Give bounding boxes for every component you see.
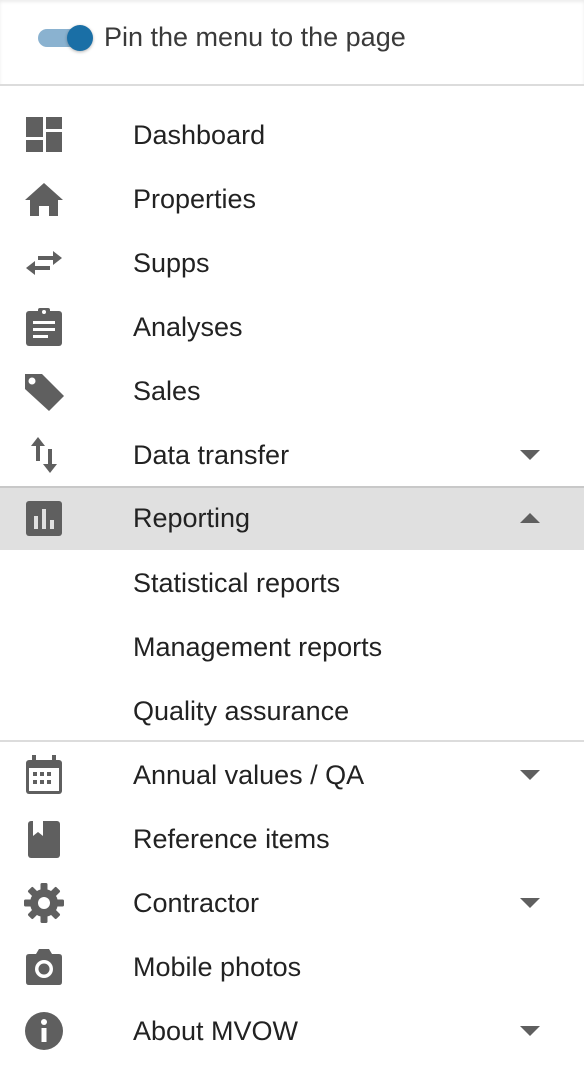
chevron-down-icon[interactable]	[518, 1025, 542, 1037]
toggle-knob	[67, 25, 93, 51]
menu-item-label: Supps	[133, 248, 210, 278]
chevron-down-icon[interactable]	[518, 769, 542, 781]
swap-horizontal-icon	[22, 243, 66, 283]
menu-item-label: Properties	[133, 184, 257, 214]
clipboard-icon	[22, 307, 66, 347]
menu-item-label: Contractor	[133, 888, 260, 918]
submenu-divider	[0, 740, 584, 742]
menu-item-label: Dashboard	[133, 120, 266, 150]
menu-header: Pin the menu to the page	[0, 0, 584, 85]
menu-item-annual-values-qa[interactable]: Annual values / QA	[0, 743, 584, 807]
menu-item-label: Annual values / QA	[133, 760, 365, 790]
submenu-item-label: Management reports	[133, 632, 383, 662]
camera-icon	[22, 947, 66, 987]
menu-item-label: About MVOW	[133, 1016, 299, 1046]
menu-item-label: Mobile photos	[133, 952, 302, 982]
dashboard-icon	[22, 115, 66, 155]
menu-item-label: Data transfer	[133, 440, 290, 470]
menu-item-data-transfer[interactable]: Data transfer	[0, 423, 584, 487]
info-icon	[22, 1011, 66, 1051]
tag-icon	[22, 371, 66, 411]
menu-item-analyses[interactable]: Analyses	[0, 295, 584, 359]
chevron-down-icon[interactable]	[518, 897, 542, 909]
menu-item-supps[interactable]: Supps	[0, 231, 584, 295]
menu-item-mobile-photos[interactable]: Mobile photos	[0, 935, 584, 999]
submenu-item-quality-assurance[interactable]: Quality assurance	[0, 679, 584, 743]
menu-item-label: Reporting	[133, 503, 251, 533]
menu-item-sales[interactable]: Sales	[0, 359, 584, 423]
menu-item-contractor[interactable]: Contractor	[0, 871, 584, 935]
menu-item-dashboard[interactable]: Dashboard	[0, 103, 584, 167]
header-divider	[0, 84, 584, 86]
pin-menu-toggle[interactable]	[38, 25, 93, 51]
calendar-icon	[22, 755, 66, 795]
menu-item-properties[interactable]: Properties	[0, 167, 584, 231]
menu-item-label: Reference items	[133, 824, 330, 854]
pin-menu-label: Pin the menu to the page	[104, 22, 406, 52]
gear-icon	[22, 883, 66, 923]
home-icon	[22, 179, 66, 219]
chevron-up-icon[interactable]	[518, 512, 542, 524]
menu-item-label: Sales	[133, 376, 201, 406]
submenu-item-management-reports[interactable]: Management reports	[0, 615, 584, 679]
bar-chart-icon	[22, 498, 66, 538]
bookmark-icon	[22, 819, 66, 859]
submenu-item-label: Statistical reports	[133, 568, 341, 598]
chevron-down-icon[interactable]	[518, 449, 542, 461]
menu-item-about-mvow[interactable]: About MVOW	[0, 999, 584, 1063]
menu-item-reporting[interactable]: Reporting	[0, 486, 584, 550]
swap-vertical-icon	[22, 435, 66, 475]
submenu-item-label: Quality assurance	[133, 696, 350, 726]
menu-item-label: Analyses	[133, 312, 243, 342]
menu-item-reference-items[interactable]: Reference items	[0, 807, 584, 871]
submenu-item-statistical-reports[interactable]: Statistical reports	[0, 551, 584, 615]
